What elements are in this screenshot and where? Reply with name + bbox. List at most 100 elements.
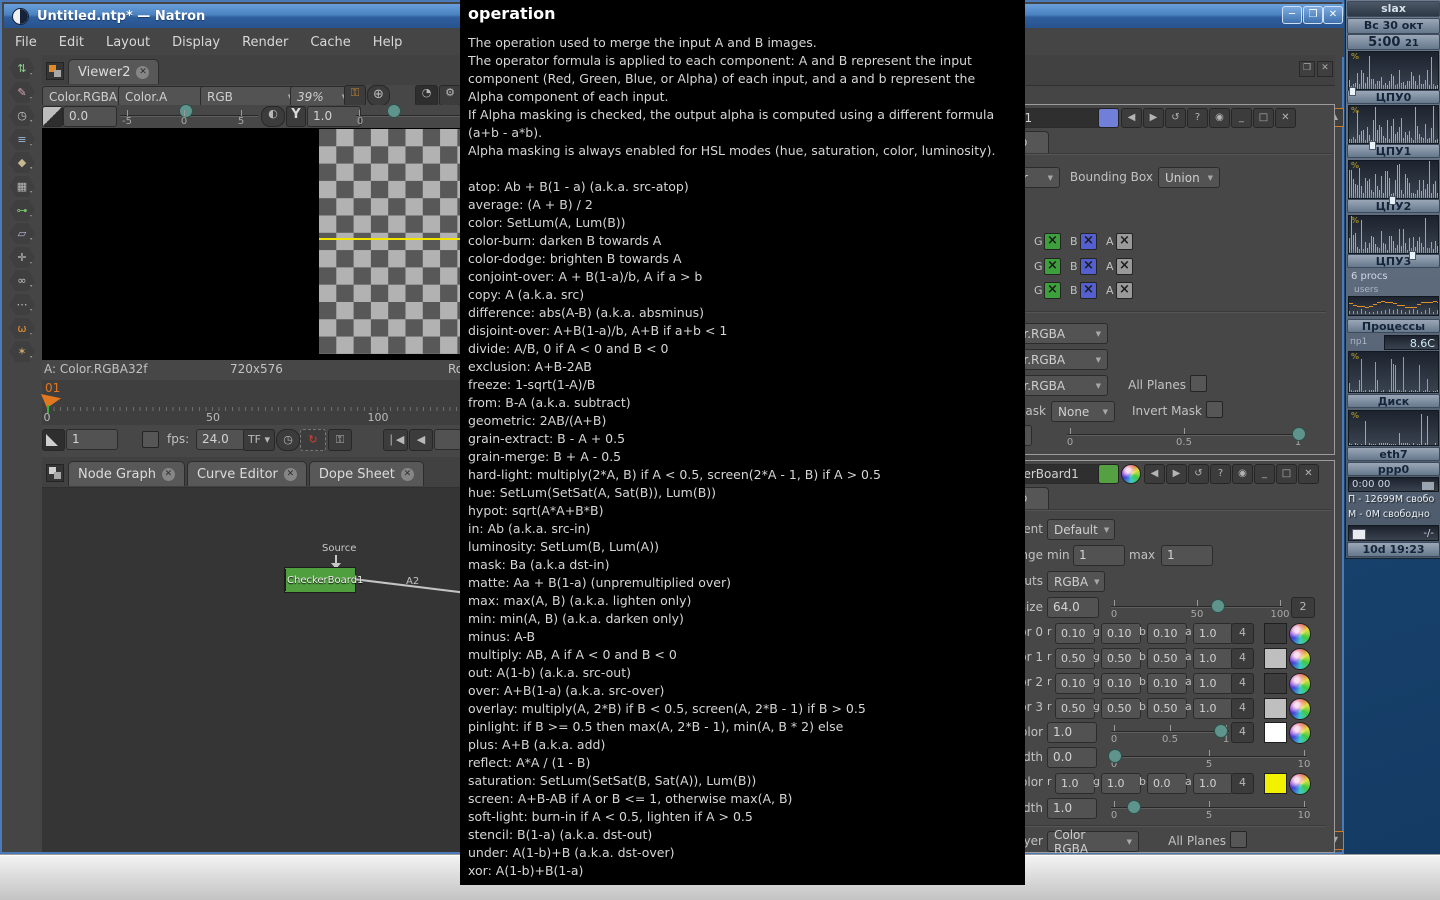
multi-dim-button[interactable]: 4 — [1231, 648, 1254, 669]
centerline-color-swatch[interactable] — [1264, 773, 1287, 794]
gkrellm-monitor[interactable]: slaxВс 30 окт5:00 21%ЦПУ0%ЦПУ1%ЦПУ2%ЦПУ3… — [1345, 0, 1440, 559]
invert-mask-checkbox[interactable] — [1206, 401, 1223, 418]
tab-viewer2[interactable]: Viewer2 ✕ — [68, 59, 159, 84]
multi-dim-button[interactable]: 4 — [1231, 773, 1254, 794]
bbox-combo[interactable]: Union▼ — [1158, 167, 1220, 188]
viewer-display-combo[interactable]: RGB▼ — [200, 86, 300, 107]
tab-dope-sheet[interactable]: Dope Sheet✕ — [309, 461, 424, 486]
gamma-slider-handle[interactable] — [387, 104, 401, 118]
multi-dim-button[interactable]: 4 — [1231, 722, 1254, 743]
prev-frame-button[interactable]: ◀ — [409, 429, 433, 451]
dimension-button[interactable]: 2 — [1291, 597, 1315, 618]
center-image-icon[interactable]: ⊕ — [367, 85, 390, 106]
node-checkerboard1[interactable]: CheckerBoard1 — [284, 567, 356, 593]
channel-y-button[interactable]: Y — [286, 106, 306, 127]
minimize-button[interactable]: ─ — [1282, 6, 1302, 24]
loop-mode-icon[interactable]: ↻ — [300, 429, 326, 451]
line-width-field[interactable]: 0.0 — [1047, 747, 1097, 768]
proxy-settings-icon[interactable]: ⚙ — [439, 85, 461, 106]
comp-b-field[interactable]: 0.0 — [1147, 773, 1187, 794]
help-icon[interactable]: ? — [1187, 108, 1208, 128]
color-swatch[interactable] — [1264, 623, 1287, 644]
lock-range-icon[interactable]: ⚿ — [328, 429, 352, 451]
line-color-swatch[interactable] — [1264, 722, 1287, 743]
centerline-width-field[interactable]: 1.0 — [1047, 798, 1097, 819]
color-wheel-icon[interactable] — [1289, 673, 1311, 695]
comp-r-field[interactable]: 0.50 — [1055, 698, 1095, 719]
comp-b-field[interactable]: 0.10 — [1147, 623, 1187, 644]
hide-params-icon[interactable]: ◉ — [1209, 108, 1230, 128]
gamma-slider[interactable] — [356, 115, 460, 116]
close-tab-icon[interactable]: ✕ — [136, 66, 149, 79]
next-node-icon[interactable]: ▶ — [1143, 108, 1164, 128]
float-panel-icon[interactable]: □ — [1253, 108, 1274, 128]
comp-g-field[interactable]: 1.0 — [1101, 773, 1141, 794]
color-wheel-icon[interactable] — [1289, 722, 1311, 744]
close-panel-icon[interactable]: ✕ — [1275, 108, 1296, 128]
max-field[interactable]: 1 — [1161, 545, 1213, 566]
close-panel-icon[interactable]: ✕ — [1298, 464, 1319, 484]
viewer-alpha-combo[interactable]: Color.A — [118, 86, 210, 107]
node-color-button[interactable] — [1098, 464, 1119, 484]
float-panel-icon[interactable]: □ — [1276, 464, 1297, 484]
box-size-slider[interactable] — [1111, 606, 1283, 607]
clip-to-project-icon[interactable]: ◔ — [415, 85, 438, 106]
sync-lock-icon[interactable]: ⚿ — [344, 85, 366, 106]
turbo-clock-icon[interactable]: ◷ — [276, 429, 300, 451]
close-tab-icon[interactable]: ✕ — [162, 468, 175, 481]
maximize-pane-icon[interactable]: ❒ — [1299, 61, 1315, 77]
line-width-slider[interactable] — [1111, 756, 1307, 757]
channel-checkbox-B[interactable] — [1080, 258, 1097, 275]
gamma-field[interactable]: 1.0 — [307, 106, 361, 127]
comp-r-field[interactable]: 0.10 — [1055, 673, 1095, 694]
channel-checkbox-G[interactable] — [1044, 282, 1061, 299]
line-width-slider-handle[interactable] — [1108, 749, 1122, 763]
prev-node-icon[interactable]: ◀ — [1144, 464, 1165, 484]
menu-edit[interactable]: Edit — [48, 28, 95, 57]
close-tab-icon[interactable]: ✕ — [401, 468, 414, 481]
comp-r-field[interactable]: 0.10 — [1055, 623, 1095, 644]
tab-curve-editor[interactable]: Curve Editor✕ — [187, 461, 307, 486]
menu-display[interactable]: Display — [161, 28, 231, 57]
refresh-icon[interactable]: ↺ — [1165, 108, 1186, 128]
first-frame-button[interactable]: ❘◀ — [383, 429, 408, 451]
pane-menu-button[interactable] — [46, 62, 64, 80]
multi-dim-button[interactable]: 4 — [1231, 623, 1254, 644]
minimize-panel-icon[interactable]: _ — [1231, 108, 1252, 128]
channel-checkbox-A[interactable] — [1116, 282, 1133, 299]
viewer-layer-combo[interactable]: Color.RGBA — [42, 86, 130, 107]
box-size-field[interactable]: 64.0 — [1047, 597, 1099, 618]
next-node-icon[interactable]: ▶ — [1166, 464, 1187, 484]
comp-g-field[interactable]: 0.50 — [1101, 698, 1141, 719]
channel-checkbox-B[interactable] — [1080, 282, 1097, 299]
color-wheel-icon[interactable] — [1289, 698, 1311, 720]
close-tab-icon[interactable]: ✕ — [284, 468, 297, 481]
comp-r-field[interactable]: 1.0 — [1055, 773, 1095, 794]
tab-node-graph[interactable]: Node Graph✕ — [68, 461, 185, 486]
overlay-color-wheel[interactable] — [1121, 464, 1141, 484]
color-wheel-icon[interactable] — [1289, 623, 1311, 645]
channel-checkbox-A[interactable] — [1116, 233, 1133, 250]
centerline-width-slider-handle[interactable] — [1127, 800, 1141, 814]
comp-g-field[interactable]: 0.10 — [1101, 623, 1141, 644]
multi-dim-button[interactable]: 4 — [1231, 673, 1254, 694]
color-wheel-icon[interactable] — [1289, 648, 1311, 670]
comp-a-field[interactable]: 1.0 — [1193, 673, 1233, 694]
comp-r-field[interactable]: 0.50 — [1055, 648, 1095, 669]
channel-checkbox-B[interactable] — [1080, 233, 1097, 250]
menu-render[interactable]: Render — [231, 28, 299, 57]
timeline-format-combo[interactable]: TF ▾ — [243, 429, 275, 451]
min-field[interactable]: 1 — [1073, 545, 1125, 566]
autocontrast-icon[interactable] — [42, 106, 63, 127]
color-swatch[interactable] — [1264, 673, 1287, 694]
pane-menu-button[interactable] — [46, 464, 64, 482]
comp-b-field[interactable]: 0.50 — [1147, 648, 1187, 669]
channel-checkbox-G[interactable] — [1044, 233, 1061, 250]
mix-slider[interactable] — [1067, 434, 1301, 435]
comp-b-field[interactable]: 0.50 — [1147, 698, 1187, 719]
close-pane-icon[interactable]: ✕ — [1317, 61, 1333, 77]
gain-field[interactable]: 0.0 — [63, 106, 117, 127]
line-color-field[interactable]: 1.0 — [1047, 722, 1097, 743]
extent-combo[interactable]: Default▼ — [1047, 519, 1115, 540]
help-icon[interactable]: ? — [1210, 464, 1231, 484]
